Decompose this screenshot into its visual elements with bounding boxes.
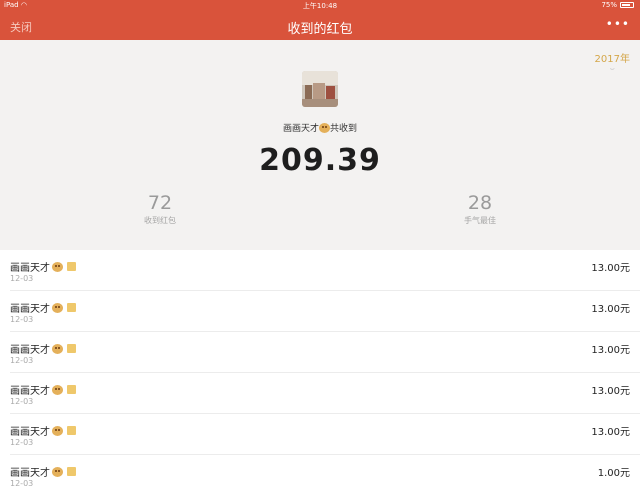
summary-panel: 2017年 ⌣ 画画天才 共收到 209.39 72 收到红包 28 手气最佳: [0, 40, 640, 250]
record-name-text: 画画天才: [10, 386, 50, 397]
year-label: 2017年: [594, 54, 630, 65]
total-amount: 209.39: [259, 143, 381, 178]
record-date: 12-03: [10, 397, 34, 406]
emoji-icon: [52, 384, 63, 395]
stat-value: 72: [147, 192, 173, 214]
more-icon[interactable]: •••: [606, 17, 630, 31]
record-amount: 13.00元: [591, 386, 630, 397]
record-name-text: 画画天才: [10, 345, 50, 356]
record-name-text: 画画天才: [10, 427, 50, 438]
record-date: 12-03: [10, 315, 34, 324]
record-name: 画画天才: [10, 341, 76, 356]
record-name-text: 画画天才: [10, 304, 50, 315]
emoji-icon: [52, 425, 63, 436]
list-item[interactable]: 画画天才 12-03 1.00元: [0, 455, 640, 496]
stat-value: 28: [467, 192, 493, 214]
record-date: 12-03: [10, 438, 34, 447]
clock: 上午10:48: [302, 2, 338, 10]
battery-status: 75%: [601, 1, 634, 9]
record-amount: 13.00元: [591, 304, 630, 315]
emoji-icon: [52, 343, 63, 354]
badge-icon: [67, 262, 76, 271]
record-date: 12-03: [10, 274, 34, 283]
record-name: 画画天才: [10, 382, 76, 397]
record-name-text: 画画天才: [10, 263, 50, 274]
emoji-icon: [319, 123, 330, 133]
chevron-down-icon: ⌣: [609, 64, 615, 73]
emoji-icon: [52, 261, 63, 272]
emoji-icon: [52, 466, 63, 477]
stat-label: 收到红包: [144, 216, 176, 225]
record-amount: 1.00元: [597, 468, 630, 479]
list-item[interactable]: 画画天才 12-03 13.00元: [0, 250, 640, 291]
badge-icon: [67, 467, 76, 476]
record-date: 12-03: [10, 479, 34, 488]
badge-icon: [67, 426, 76, 435]
records-list: 画画天才 12-03 13.00元 画画天才 12-03 13.00元 画画天才…: [0, 250, 640, 488]
battery-icon: [620, 2, 634, 8]
sender-summary: 画画天才 共收到: [0, 121, 640, 134]
record-name: 画画天才: [10, 423, 76, 438]
record-date: 12-03: [10, 356, 34, 365]
record-amount: 13.00元: [591, 345, 630, 356]
page-title: 收到的红包: [287, 22, 353, 37]
list-item[interactable]: 画画天才 12-03 13.00元: [0, 332, 640, 373]
record-name: 画画天才: [10, 464, 76, 479]
badge-icon: [67, 385, 76, 394]
stat-label: 手气最佳: [464, 216, 496, 225]
list-item[interactable]: 画画天才 12-03 13.00元: [0, 373, 640, 414]
avatar[interactable]: [302, 71, 338, 107]
nav-bar: 关闭 收到的红包 •••: [0, 12, 640, 40]
record-name: 画画天才: [10, 300, 76, 315]
sender-name: 画画天才: [282, 124, 319, 134]
record-amount: 13.00元: [591, 263, 630, 274]
stat-best-luck: 28 手气最佳: [420, 192, 540, 226]
record-amount: 13.00元: [591, 427, 630, 438]
emoji-icon: [52, 302, 63, 313]
status-bar: iPad ◠ 上午10:48 75%: [0, 0, 640, 12]
badge-icon: [67, 344, 76, 353]
stat-received: 72 收到红包: [100, 192, 220, 226]
record-name-text: 画画天才: [10, 468, 50, 479]
year-selector[interactable]: 2017年 ⌣: [595, 50, 630, 73]
badge-icon: [67, 303, 76, 312]
list-item[interactable]: 画画天才 12-03 13.00元: [0, 291, 640, 332]
list-item[interactable]: 画画天才 12-03 13.00元: [0, 414, 640, 455]
battery-percent: 75%: [601, 1, 617, 9]
sender-suffix: 共收到: [330, 124, 358, 134]
record-name: 画画天才: [10, 259, 76, 274]
